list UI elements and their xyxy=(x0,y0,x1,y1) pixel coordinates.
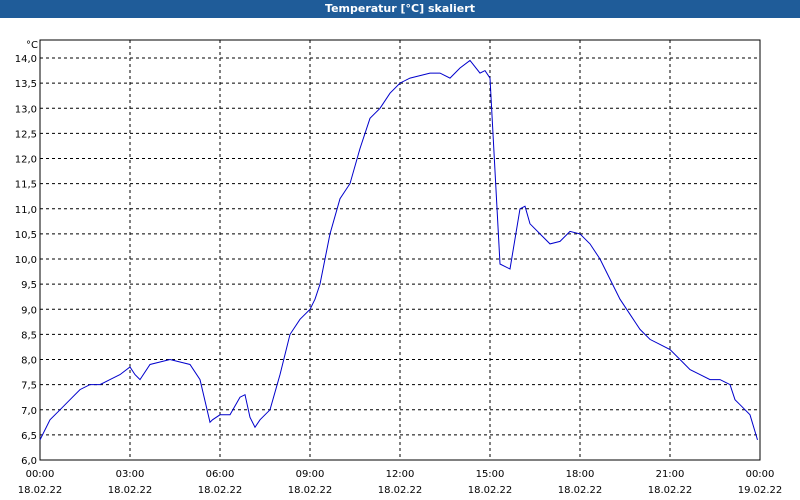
y-tick-label: 13,5 xyxy=(15,79,37,90)
y-tick-label: 10,5 xyxy=(15,230,37,241)
x-tick-date: 18.02.22 xyxy=(18,485,63,496)
x-tick-date: 18.02.22 xyxy=(468,485,513,496)
y-axis: 6,0 6,5 7,0 7,5 8,0 8,5 9,0 9,5 10,0 10,5 11,0 11,5… xyxy=(15,54,37,467)
chart-canvas: 6,0 6,5 7,0 7,5 8,0 8,5 9,0 9,5 10,0 10,5 11,0 11,5… xyxy=(15,39,783,496)
y-tick-label: 9,0 xyxy=(21,305,37,316)
x-tick-date: 18.02.22 xyxy=(648,485,693,496)
x-tick-time: 00:00 xyxy=(26,469,55,480)
y-tick-label: 6,5 xyxy=(21,431,37,442)
x-tick-time: 18:00 xyxy=(566,469,595,480)
y-tick-label: 11,0 xyxy=(15,205,37,216)
x-tick-time: 12:00 xyxy=(386,469,415,480)
x-tick-date: 18.02.22 xyxy=(198,485,243,496)
y-tick-label: 7,5 xyxy=(21,381,37,392)
y-tick-label: 13,0 xyxy=(15,104,37,115)
y-tick-label: 12,0 xyxy=(15,155,37,166)
y-tick-label: 12,5 xyxy=(15,129,37,140)
y-tick-label: 10,0 xyxy=(15,255,37,266)
y-tick-label: 8,0 xyxy=(21,356,37,367)
y-tick-label: 14,0 xyxy=(15,54,37,65)
y-tick-label: 6,0 xyxy=(21,456,37,467)
y-tick-label: 7,0 xyxy=(21,406,37,417)
x-tick-time: 09:00 xyxy=(296,469,325,480)
y-axis-unit: °C xyxy=(26,40,38,51)
x-axis: 00:00 18.02.22 03:00 18.02.22 06:00 18.02.22 0… xyxy=(18,469,783,496)
y-tick-label: 11,5 xyxy=(15,180,37,191)
y-tick-label: 9,5 xyxy=(21,280,37,291)
x-tick-time: 03:00 xyxy=(116,469,145,480)
x-tick-time: 15:00 xyxy=(476,469,505,480)
x-tick-time: 00:00 xyxy=(746,469,775,480)
x-tick-time: 21:00 xyxy=(656,469,685,480)
x-tick-date: 18.02.22 xyxy=(558,485,603,496)
x-tick-date: 18.02.22 xyxy=(378,485,423,496)
y-tick-label: 8,5 xyxy=(21,330,37,341)
x-tick-date: 18.02.22 xyxy=(288,485,333,496)
x-tick-time: 06:00 xyxy=(206,469,235,480)
x-tick-date: 18.02.22 xyxy=(108,485,153,496)
x-tick-date: 19.02.22 xyxy=(738,485,783,496)
